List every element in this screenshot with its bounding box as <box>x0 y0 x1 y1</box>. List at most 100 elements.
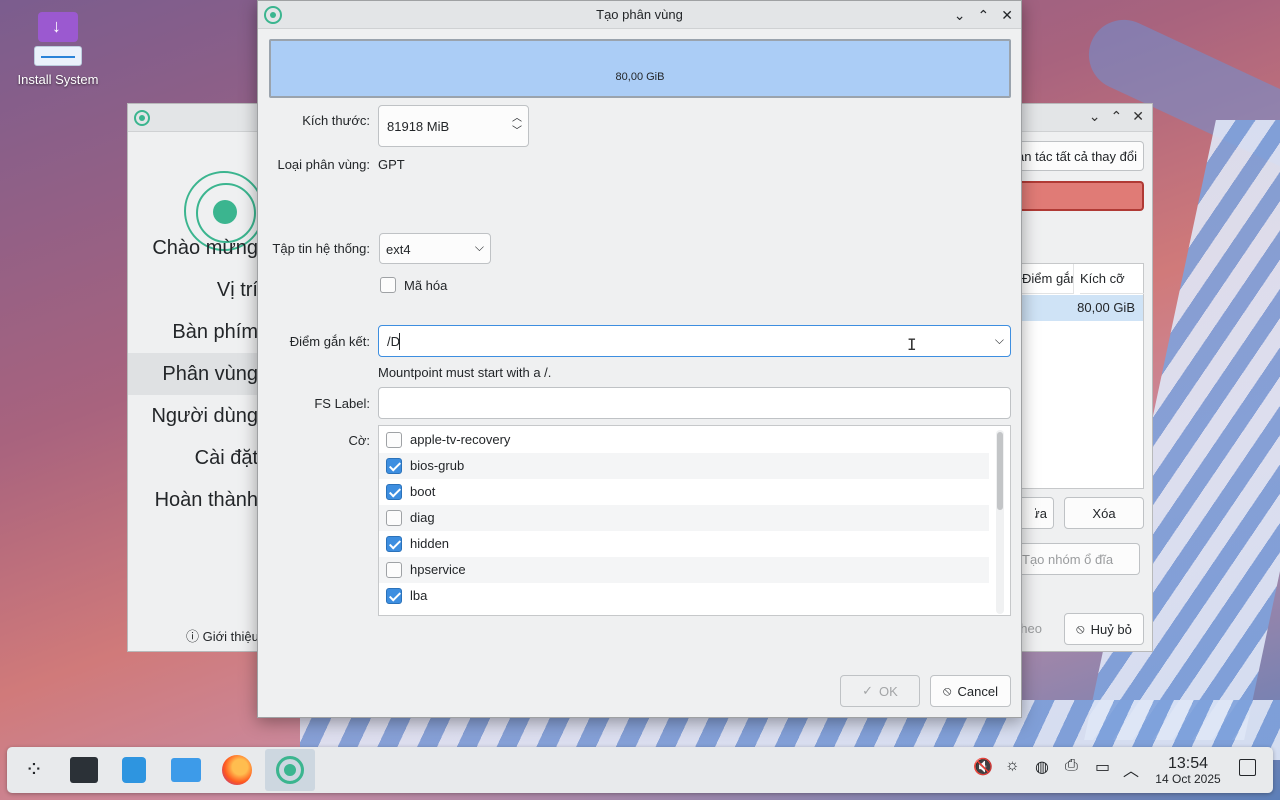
minimize-icon[interactable]: ⌄ <box>1089 108 1101 125</box>
flag-checkbox[interactable] <box>386 431 402 448</box>
spin-down-icon[interactable]: ﹀ <box>512 125 522 138</box>
row-size: 80,00 GiB <box>1077 300 1135 315</box>
scrollbar-thumb[interactable] <box>997 432 1003 510</box>
clock-time: 13:54 <box>1167 755 1209 772</box>
size-value: 81918 MiB <box>387 119 450 134</box>
edit-partition-button[interactable]: Sửa <box>1022 497 1054 529</box>
firefox-icon[interactable] <box>212 749 262 791</box>
spin-up-icon[interactable]: ︿ <box>512 112 522 125</box>
flag-item-lba[interactable]: lba <box>379 583 989 609</box>
cancel-circle-icon: ⦸ <box>943 683 952 698</box>
sidebar-step-finish: Hoàn thành <box>154 489 258 511</box>
dialog-titlebar: Tạo phân vùng ⌄ ⌃ ✕ <box>258 1 1021 29</box>
flags-scrollbar[interactable] <box>996 430 1004 614</box>
flags-list: apple-tv-recovery bios-grub boot diag hi… <box>378 425 1011 616</box>
network-icon[interactable]: ◍ <box>1035 757 1049 777</box>
ok-button[interactable]: ✓ OK <box>840 675 920 707</box>
encrypt-label: Mã hóa <box>404 277 448 293</box>
file-manager-icon[interactable] <box>161 749 211 791</box>
mountpoint-combo[interactable]: /D I ⌵ <box>378 325 1011 357</box>
installer-icon[interactable] <box>265 749 315 791</box>
flag-checkbox[interactable] <box>386 587 402 604</box>
sidebar-step-location: Vị trí <box>216 279 258 301</box>
installer-download-icon: ↓ <box>30 10 86 66</box>
undo-all-label: Hoàn tác tất cả thay đổi <box>1022 148 1137 164</box>
muted-speaker-icon[interactable]: 🔇 <box>973 757 993 777</box>
flag-item-boot[interactable]: boot <box>379 479 989 505</box>
clock[interactable]: 13:54 14 Oct 2025 <box>1149 755 1227 786</box>
brightness-icon[interactable]: ☼ <box>1005 757 1020 775</box>
flag-checkbox[interactable] <box>386 509 402 526</box>
flag-item-diag[interactable]: diag <box>379 505 989 531</box>
flags-label: Cờ: <box>348 433 370 448</box>
flag-checkbox[interactable] <box>386 561 402 578</box>
application-launcher-icon[interactable]: ⁘ <box>9 749 59 791</box>
filesystem-value: ext4 <box>386 242 411 257</box>
flag-label: hidden <box>410 536 450 551</box>
flag-checkbox[interactable] <box>386 535 402 552</box>
cancel-button[interactable]: ⦸ Cancel <box>930 675 1011 707</box>
volume-group-label: Tạo nhóm ổ đĩa <box>1022 551 1114 567</box>
filesystem-combo[interactable]: ext4 ⌵ <box>379 233 491 264</box>
delete-label: Xóa <box>1092 505 1116 521</box>
cancel-label: Cancel <box>957 683 998 699</box>
sidebar-step-keyboard: Bàn phím <box>172 321 258 343</box>
installer-logo-icon <box>134 110 150 126</box>
maximize-icon[interactable]: ⌃ <box>1111 108 1123 125</box>
edit-label: Sửa <box>1035 505 1047 521</box>
partition-type-label: Loại phân vùng: <box>277 157 370 172</box>
about-label: Giới thiệu <box>202 629 259 644</box>
maximize-icon[interactable]: ⌃ <box>978 1 990 29</box>
partition-table: Điểm gắn kết Kích cỡ 80,00 GiB <box>1022 263 1144 489</box>
sidebar-step-partitions: Phân vùng <box>128 353 258 395</box>
desktop-icon-label: Install System <box>17 72 99 87</box>
create-volume-group-button[interactable]: Tạo nhóm ổ đĩa <box>1022 543 1140 575</box>
installer-cancel-label: Huỷ bỏ <box>1090 621 1132 637</box>
minimize-icon[interactable]: ⌄ <box>954 1 966 29</box>
flag-checkbox[interactable] <box>386 483 402 500</box>
input-method-icon[interactable]: ⎙ <box>1065 757 1078 775</box>
about-link[interactable]: ⓘ Giới thiệu <box>186 626 259 645</box>
chevron-down-icon[interactable]: ⌵ <box>995 333 1004 348</box>
install-system-desktop-icon[interactable]: ↓ Install System <box>12 10 104 87</box>
taskbar: ⁘ 🔇 ☼ ◍ ⎙ ▭ ︿ 13:54 14 Oct 2025 <box>7 747 1273 793</box>
sidebar-step-install: Cài đặt <box>194 447 258 469</box>
size-label: Kích thước: <box>302 113 370 128</box>
filesystem-label: Tập tin hệ thống: <box>272 241 370 256</box>
flag-checkbox[interactable] <box>386 457 402 474</box>
flag-item-hpservice[interactable]: hpservice <box>379 557 989 583</box>
disk-usage-bar <box>1022 181 1144 211</box>
flag-item-apple-tv-recovery[interactable]: apple-tv-recovery <box>379 427 989 453</box>
sidebar-step-welcome: Chào mừng <box>152 237 258 259</box>
fs-label-label: FS Label: <box>314 396 370 411</box>
show-desktop-icon[interactable] <box>1239 759 1256 776</box>
close-icon[interactable]: ✕ <box>1132 108 1144 125</box>
column-header-size[interactable]: Kích cỡ <box>1080 264 1144 294</box>
installer-cancel-button[interactable]: ⦸ Huỷ bỏ <box>1064 613 1144 645</box>
text-caret <box>399 333 400 350</box>
delete-partition-button[interactable]: Xóa <box>1064 497 1144 529</box>
sidebar-step-users: Người dùng <box>151 405 258 427</box>
close-icon[interactable]: ✕ <box>1001 1 1013 29</box>
flag-item-bios-grub[interactable]: bios-grub <box>379 453 989 479</box>
flag-item-hidden[interactable]: hidden <box>379 531 989 557</box>
system-settings-icon[interactable] <box>59 749 109 791</box>
chevron-up-icon[interactable]: ︿ <box>1123 757 1139 781</box>
fs-label-input[interactable] <box>378 387 1011 419</box>
dialog-title: Tạo phân vùng <box>596 7 683 22</box>
display-icon[interactable]: ▭ <box>1095 757 1110 777</box>
installer-sidebar: Chào mừng Vị trí Bàn phím Phân vùng Ngườ… <box>128 133 264 651</box>
undo-all-changes-button[interactable]: Hoàn tác tất cả thay đổi <box>1022 141 1144 171</box>
create-partition-dialog: Tạo phân vùng ⌄ ⌃ ✕ 80,00 GiB Kích thước… <box>257 0 1022 718</box>
clock-date: 14 Oct 2025 <box>1155 772 1221 786</box>
discover-store-icon[interactable] <box>109 749 159 791</box>
table-row[interactable]: 80,00 GiB <box>1022 295 1143 321</box>
next-button-partial[interactable]: Tiếp theo <box>1022 621 1042 636</box>
column-header-mountpoint[interactable]: Điểm gắn kết <box>1022 264 1074 294</box>
encrypt-checkbox[interactable] <box>380 277 396 293</box>
mountpoint-label: Điểm gắn kết: <box>289 334 370 349</box>
partition-size-bar[interactable]: 80,00 GiB <box>269 39 1011 98</box>
encrypt-checkbox-row[interactable]: Mã hóa <box>380 277 447 293</box>
dialog-app-icon <box>264 6 282 24</box>
size-spinbox[interactable]: 81918 MiB ︿ ﹀ <box>378 105 529 147</box>
